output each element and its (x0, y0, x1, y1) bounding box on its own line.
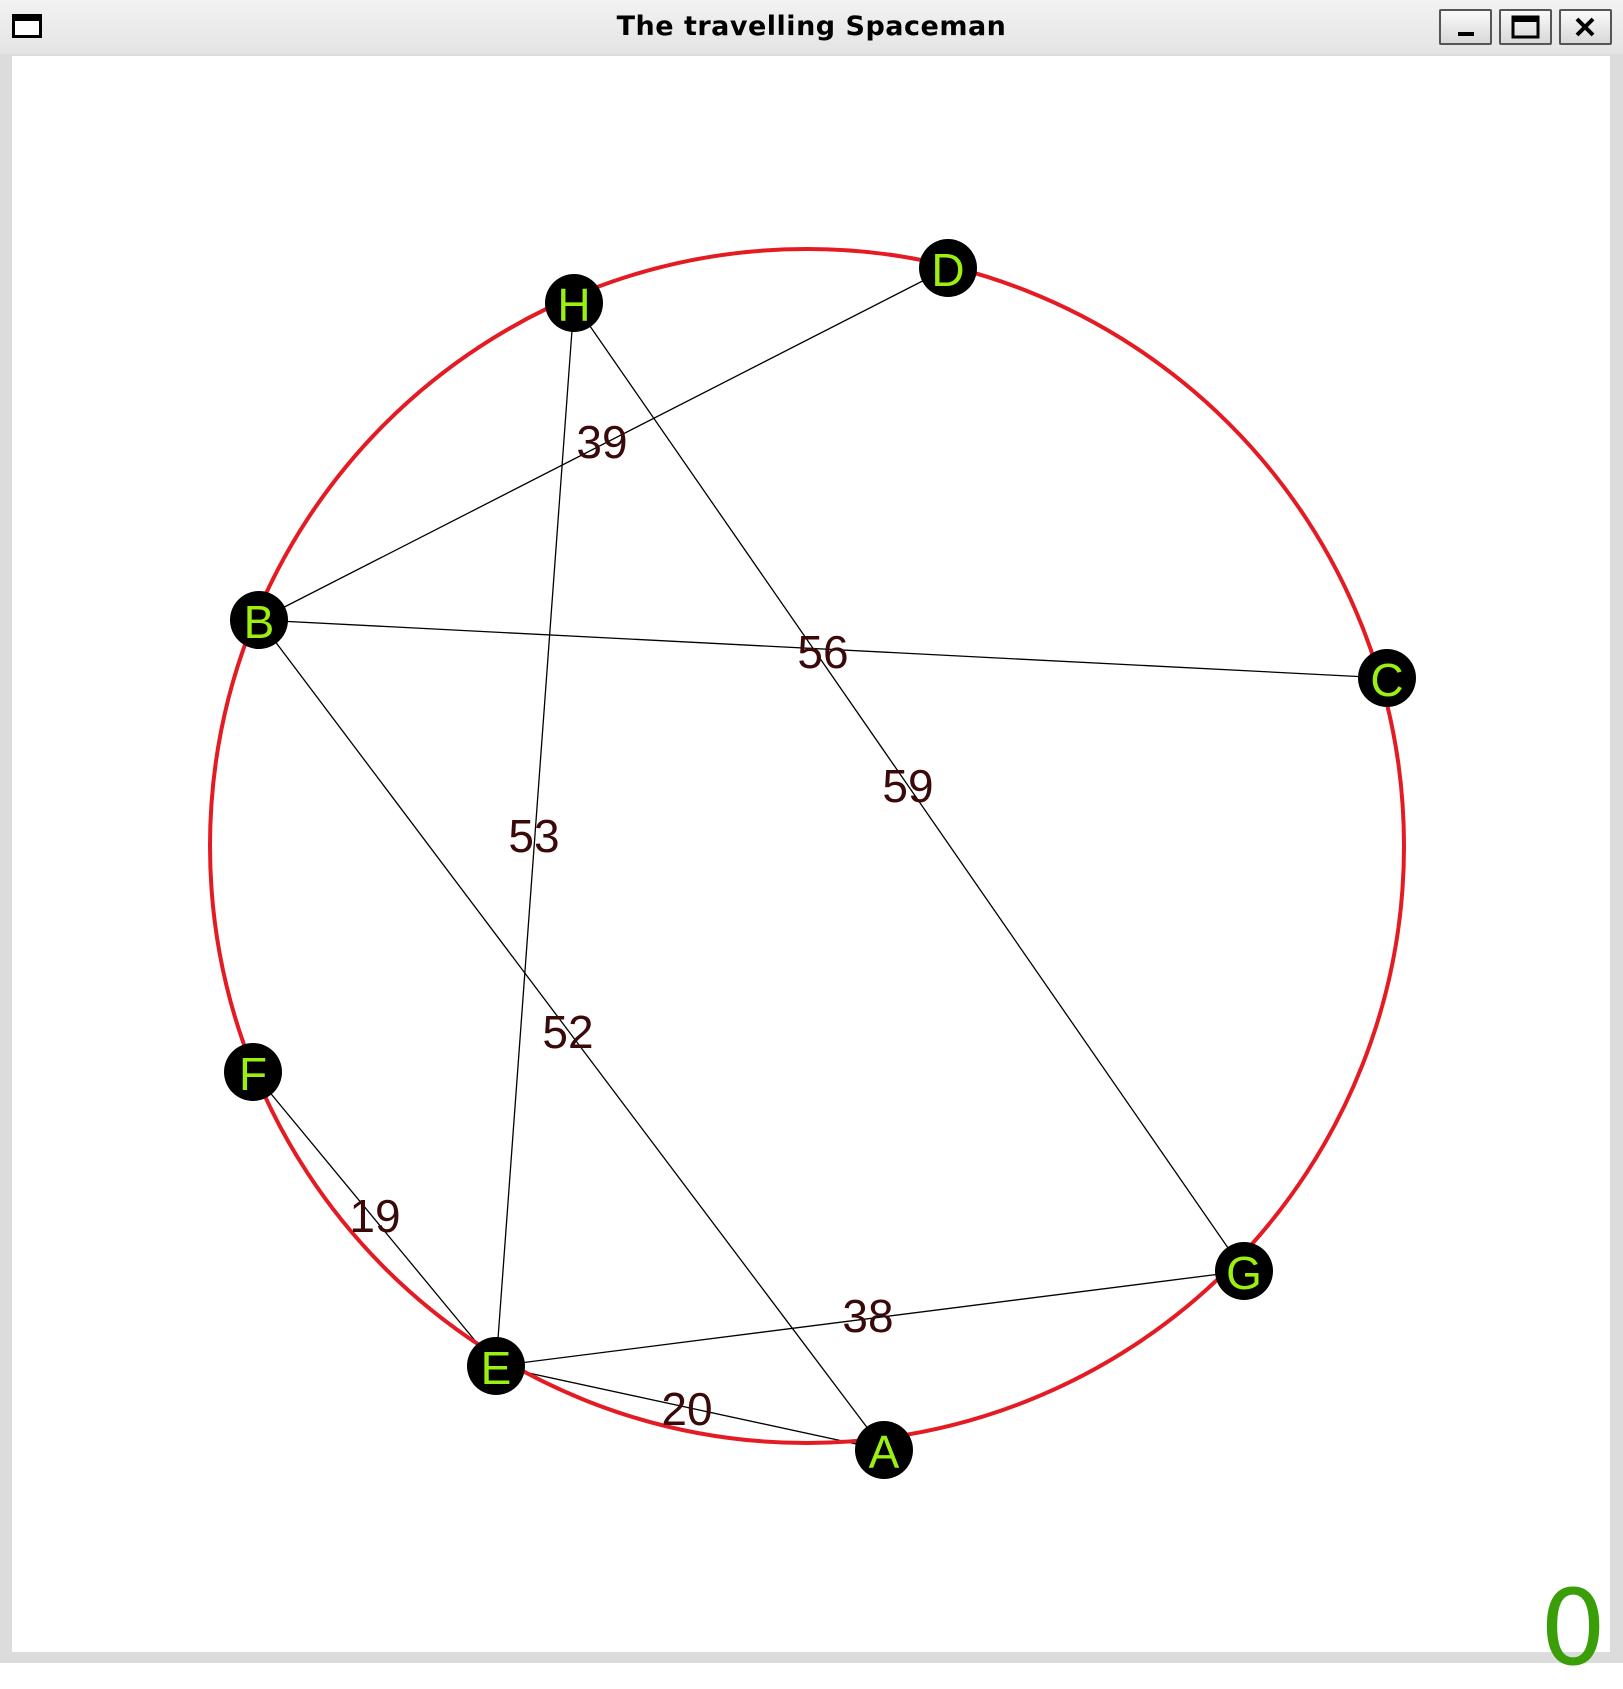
node-label-G: G (1226, 1247, 1262, 1299)
graph-canvas[interactable]: 39 56 59 53 52 19 38 20 ABCDEFGH 0 (12, 56, 1610, 1680)
node-label-D: D (931, 244, 964, 296)
node-D[interactable]: D (919, 239, 977, 297)
maximize-icon (1511, 15, 1540, 39)
node-B[interactable]: B (230, 591, 288, 649)
node-label-C: C (1370, 654, 1403, 706)
node-label-A: A (869, 1426, 900, 1478)
edge-weight-H-G: 59 (882, 760, 933, 812)
node-G[interactable]: G (1215, 1242, 1273, 1300)
edge-weight-E-G: 38 (842, 1290, 893, 1342)
node-label-B: B (244, 596, 275, 648)
edge-weight-B-D: 39 (576, 416, 627, 468)
node-C[interactable]: C (1358, 649, 1416, 707)
edge-weight-F-E: 19 (349, 1190, 400, 1242)
edge-weight-B-A: 52 (542, 1006, 593, 1058)
app-window: The travelling Spaceman 39 56 59 53 52 19 38 20… (0, 0, 1623, 1680)
node-A[interactable]: A (855, 1421, 913, 1479)
window-title: The travelling Spaceman (616, 11, 1007, 42)
close-button[interactable] (1559, 9, 1612, 45)
node-E[interactable]: E (467, 1337, 525, 1395)
node-label-E: E (481, 1342, 512, 1394)
minimize-button[interactable] (1439, 9, 1492, 45)
node-label-F: F (239, 1048, 267, 1100)
node-F[interactable]: F (224, 1043, 282, 1101)
nodes-layer: A B C D E F G H (224, 239, 1416, 1479)
weights-layer: 39 56 59 53 52 19 38 20 (349, 416, 933, 1435)
graph-drawing: 39 56 59 53 52 19 38 20 A B C D E F G H (208, 239, 1416, 1479)
node-label-H: H (557, 279, 590, 331)
edge-weight-B-C: 56 (797, 626, 848, 678)
close-icon (1575, 17, 1595, 37)
score-counter: 0 (1540, 1567, 1607, 1689)
maximize-button[interactable] (1499, 9, 1552, 45)
edge-weight-H-E: 53 (508, 810, 559, 862)
title-bar[interactable]: The travelling Spaceman (0, 0, 1623, 54)
minimize-icon (1458, 32, 1474, 36)
edge-weight-E-A: 20 (661, 1383, 712, 1435)
node-H[interactable]: H (545, 274, 603, 332)
